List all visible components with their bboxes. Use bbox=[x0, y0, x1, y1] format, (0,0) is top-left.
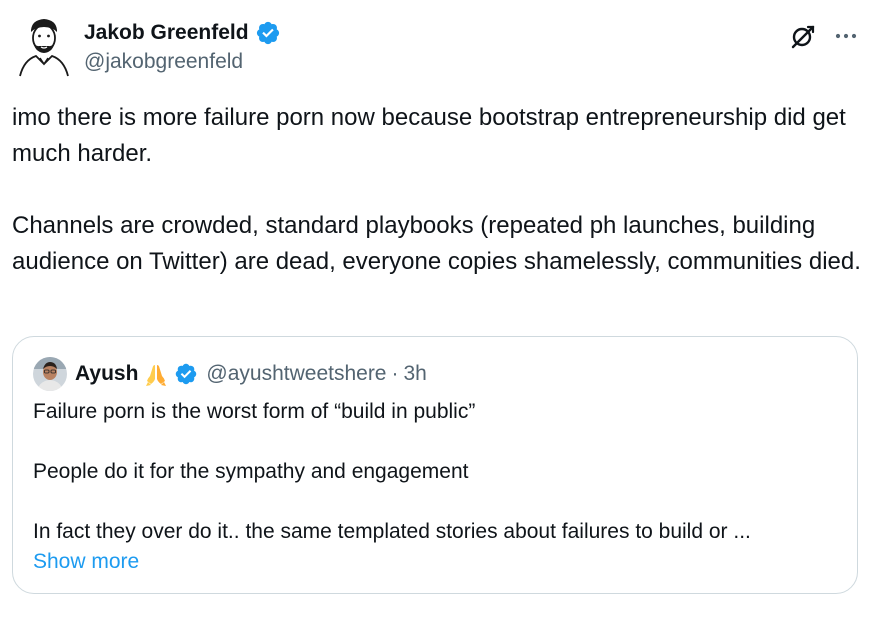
more-horizontal-icon[interactable] bbox=[832, 22, 860, 50]
author-name[interactable]: Jakob Greenfeld bbox=[84, 21, 249, 45]
quote-paragraph: In fact they over do it.. the same templ… bbox=[33, 520, 751, 543]
author-avatar[interactable] bbox=[16, 14, 72, 78]
show-more-link[interactable]: Show more bbox=[33, 547, 139, 577]
separator-dot: · bbox=[391, 362, 399, 385]
verified-badge-icon[interactable] bbox=[174, 362, 198, 386]
tweet-paragraph: imo there is more failure porn now becau… bbox=[12, 104, 846, 167]
person-illustration-avatar-icon bbox=[19, 19, 69, 77]
author-handle[interactable]: @jakobgreenfeld bbox=[84, 50, 243, 74]
quote-paragraph: Failure porn is the worst form of “build… bbox=[33, 400, 476, 423]
quoted-tweet-card[interactable]: Ayush @ayushtweetshere · 3h Failure porn… bbox=[12, 336, 858, 594]
folded-hands-emoji-icon bbox=[143, 361, 169, 387]
quote-author-handle[interactable]: @ayushtweetshere bbox=[206, 362, 386, 386]
tweet-paragraph: Channels are crowded, standard playbooks… bbox=[12, 212, 861, 275]
grok-icon[interactable] bbox=[789, 22, 817, 50]
person-photo-icon bbox=[33, 357, 67, 391]
verified-badge-icon[interactable] bbox=[255, 20, 281, 46]
quoted-tweet-header: Ayush @ayushtweetshere · 3h bbox=[33, 357, 427, 391]
quote-author-avatar[interactable] bbox=[33, 357, 67, 391]
author-name-row: Jakob Greenfeld bbox=[84, 18, 281, 48]
quote-paragraph: People do it for the sympathy and engage… bbox=[33, 460, 469, 483]
quote-author-name[interactable]: Ayush bbox=[75, 362, 138, 386]
quoted-tweet-text: Failure porn is the worst form of “build… bbox=[33, 397, 843, 577]
quote-timestamp[interactable]: 3h bbox=[404, 362, 427, 386]
tweet-text: imo there is more failure porn now becau… bbox=[12, 100, 872, 280]
